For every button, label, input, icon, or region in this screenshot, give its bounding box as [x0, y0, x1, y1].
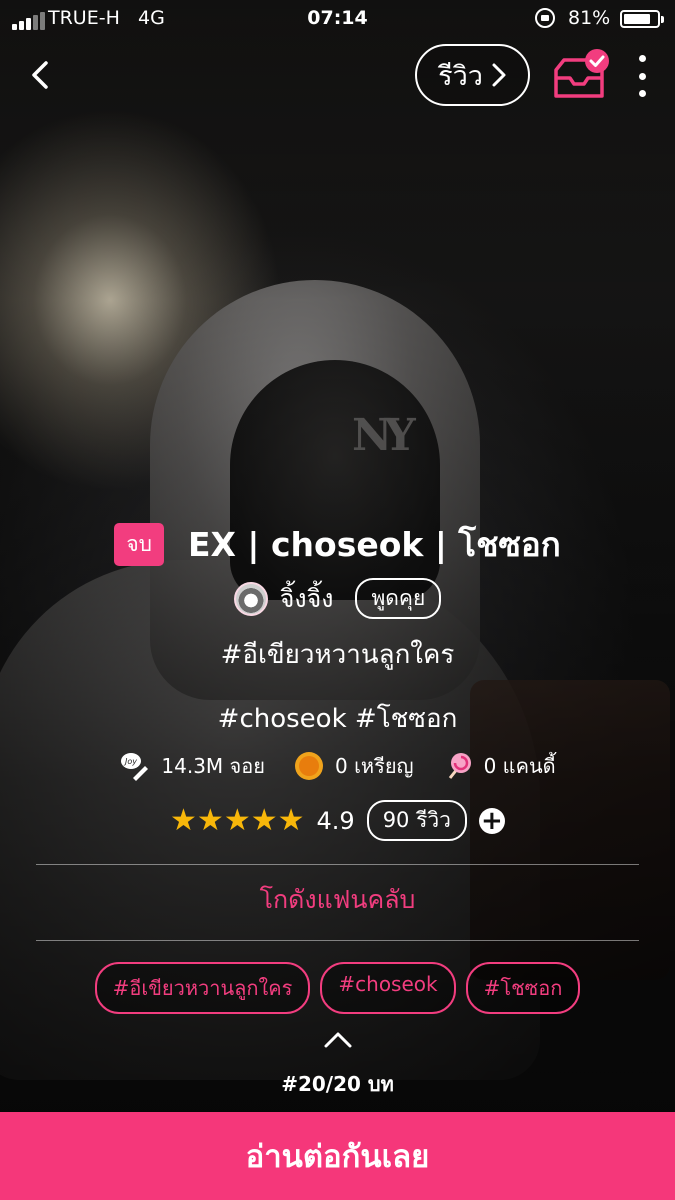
author-row: จิ้งจิ้ง พูดคุย: [0, 578, 675, 619]
joy-count: 14.3M จอย: [161, 754, 265, 778]
status-bar: TRUE-H 4G 07:14 81%: [0, 0, 675, 38]
inbox-check-icon: [554, 49, 609, 98]
story-title: EX | choseok | โชซอก: [187, 525, 561, 564]
chevron-up-icon[interactable]: [322, 1028, 354, 1052]
more-dot: [638, 55, 646, 62]
divider: [36, 940, 639, 941]
library-inbox-button[interactable]: [550, 48, 614, 104]
tag-chip[interactable]: #อีเขียวหวานลูกใคร: [94, 962, 311, 1014]
add-review-icon[interactable]: +: [478, 807, 505, 834]
tag-chip[interactable]: #choseok: [320, 962, 456, 1014]
joy-icon: Joy: [121, 753, 149, 781]
tag-chip[interactable]: #โชซอก: [465, 962, 581, 1014]
coin-count: 0 เหรียญ: [334, 754, 414, 778]
battery-icon: [620, 10, 664, 28]
star-rating-icon: ★★★★★: [170, 803, 305, 838]
chat-button[interactable]: พูดคุย: [355, 578, 442, 619]
chapter-count: #20/20 บท: [281, 1072, 394, 1096]
story-hashtags: #choseok #โชซอก: [217, 704, 458, 734]
review-button-label: รีวิว: [438, 60, 483, 92]
more-dot: [638, 72, 646, 80]
chevron-right-icon: [492, 63, 506, 87]
rotation-lock-icon: [535, 8, 555, 28]
author-name[interactable]: จิ้งจิ้ง: [280, 579, 334, 619]
battery-percent: 81%: [568, 7, 611, 29]
author-avatar[interactable]: [233, 581, 268, 616]
divider: [36, 864, 639, 865]
rating-row: ★★★★★ 4.9 90 รีวิว +: [0, 800, 675, 841]
more-dot: [638, 90, 646, 97]
fanclub-link[interactable]: โกดังแฟนคลับ: [0, 880, 675, 920]
title-row: จบ EX | choseok | โชซอก: [0, 518, 675, 571]
candy-icon: [448, 753, 471, 779]
continue-reading-button[interactable]: อ่านต่อกันเลย: [0, 1112, 675, 1200]
rating-score: 4.9: [316, 806, 355, 835]
story-tagline: #อีเขียวหวานลูกใคร: [220, 640, 455, 670]
back-button[interactable]: [22, 55, 62, 95]
stats-row: Joy 14.3M จอย 0 เหรียญ 0 แคนดี้: [0, 750, 675, 782]
completed-badge: จบ: [114, 523, 164, 566]
svg-text:Joy: Joy: [123, 757, 137, 766]
review-count-button[interactable]: 90 รีวิว: [366, 800, 467, 841]
candy-count: 0 แคนดี้: [483, 754, 556, 778]
more-options-button[interactable]: [630, 55, 654, 97]
chevron-left-icon: [32, 61, 48, 89]
review-button[interactable]: รีวิว: [415, 44, 530, 106]
coin-icon: [294, 752, 323, 780]
tag-list: #อีเขียวหวานลูกใคร #choseok #โชซอก: [0, 962, 675, 1014]
